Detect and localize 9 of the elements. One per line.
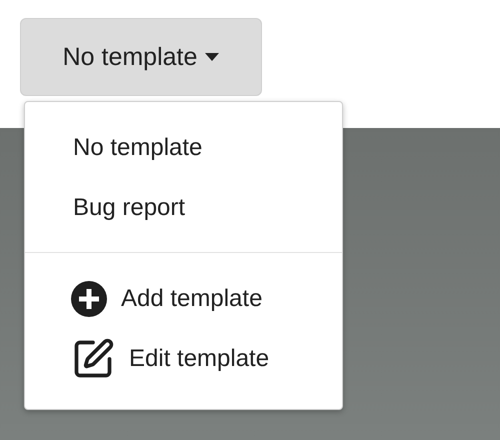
menu-item[interactable]: Add template (25, 269, 342, 329)
menu-item-label: Edit template (129, 345, 270, 373)
template-dropdown-button[interactable]: No template (20, 18, 262, 96)
menu-item[interactable]: Edit template (25, 329, 342, 389)
menu-item-label: Add template (121, 285, 262, 313)
plus-circle-icon (71, 281, 107, 317)
caret-icon (205, 53, 220, 61)
menu-item[interactable]: Bug report (25, 178, 342, 238)
menu-item[interactable]: No template (25, 118, 342, 178)
